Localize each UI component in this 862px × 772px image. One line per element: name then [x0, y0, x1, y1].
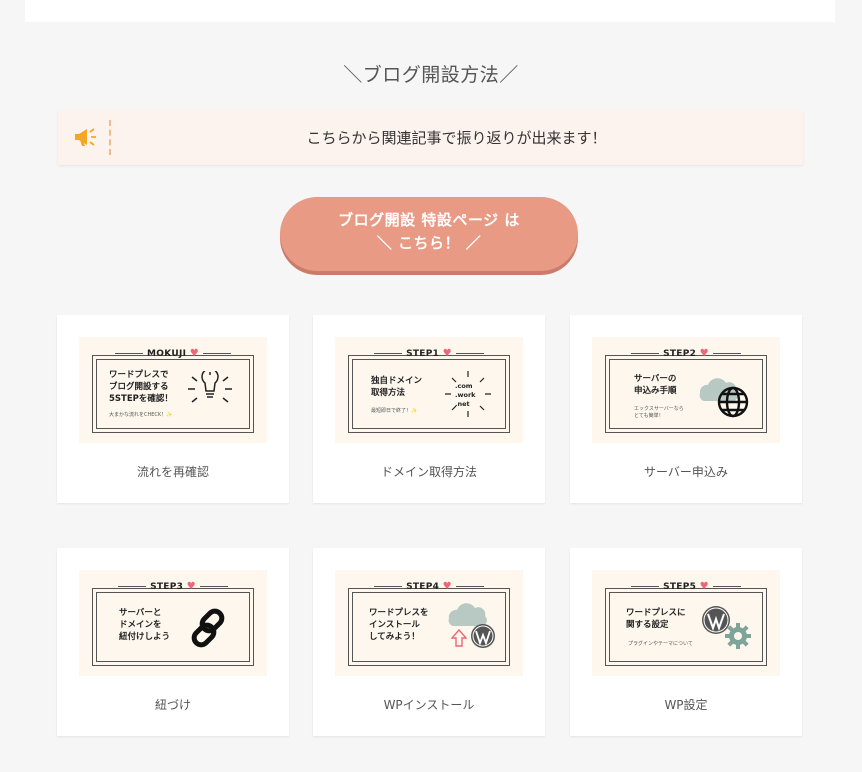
- heart-icon: ♥: [186, 581, 196, 592]
- card-label: サーバー申込み: [644, 465, 728, 479]
- previous-content-block: [25, 0, 835, 22]
- domain-text: .com: [455, 382, 473, 390]
- globe-icon: [699, 378, 749, 418]
- card-label: ドメイン取得方法: [380, 465, 477, 479]
- thumbnail-title-line: サーバーと: [119, 608, 162, 618]
- thumbnail-title-line: ワードプレスを: [369, 608, 429, 618]
- thumbnail-subtext: 最短即日で終了！✨: [371, 408, 418, 414]
- link-icon: [191, 608, 225, 648]
- thumbnail-tag: STEP4: [406, 582, 440, 592]
- heart-icon: ♥: [442, 581, 452, 592]
- thumbnail-title-line: ブログ開設する: [109, 382, 169, 392]
- heart-icon: ♥: [442, 348, 452, 359]
- thumbnail-title-line: 申込み手順: [634, 386, 677, 396]
- card-thumbnail: STEP3 ♥ サーバーと ドメインを 紐付けしよう: [79, 570, 267, 676]
- wordpress-gear-icon: [702, 606, 751, 649]
- card-mokuji[interactable]: MOKUJI ♥ ワードプレスで ブログ開設する 5STEPを確認！ 大まかな流…: [57, 315, 289, 503]
- card-label: 流れを再確認: [136, 465, 209, 479]
- special-page-button[interactable]: ブログ開設 特設ページ は ＼ こちら！ ／: [280, 197, 578, 271]
- thumbnail-title-line: サーバーの: [634, 374, 677, 384]
- thumbnail-title-line: ワードプレスで: [109, 370, 169, 380]
- special-page-button-line1: ブログ開設 特設ページ は: [338, 211, 520, 229]
- card-thumbnail: STEP5 ♥ ワードプレスに 関する設定 プラグインやテーマについて: [592, 570, 780, 676]
- thumbnail-title-line: 取得方法: [371, 388, 406, 398]
- section-heading: ＼ブログ開設方法／: [343, 64, 519, 86]
- heart-icon: ♥: [189, 348, 199, 359]
- thumbnail-tag: STEP3: [150, 582, 184, 592]
- notice-box: こちらから関連記事で振り返りが出来ます！: [58, 110, 803, 165]
- card-thumbnail: STEP4 ♥ ワードプレスを インストール してみよう！: [335, 570, 523, 676]
- thumbnail-title-line: 5STEPを確認！: [109, 394, 173, 404]
- thumbnail-title-line: 紐付けしよう: [119, 632, 171, 642]
- thumbnail-title-line: 関する設定: [626, 620, 669, 630]
- thumbnail-title-line: ドメインを: [119, 620, 162, 630]
- thumbnail-tag: STEP1: [406, 349, 440, 359]
- heart-icon: ♥: [699, 581, 709, 592]
- card-label: WPインストール: [383, 698, 475, 712]
- card-label: 紐づけ: [154, 698, 191, 712]
- thumbnail-title-line: してみよう！: [369, 632, 420, 642]
- domain-text: .net: [455, 400, 470, 408]
- megaphone-icon: [75, 128, 96, 146]
- lightbulb-icon: [188, 371, 232, 403]
- card-thumbnail: STEP1 ♥ 独自ドメイン 取得方法 最短即日で終了！✨ .com .work…: [335, 337, 523, 443]
- special-page-button-line2: ＼ こちら！ ／: [376, 234, 482, 252]
- card-step1[interactable]: STEP1 ♥ 独自ドメイン 取得方法 最短即日で終了！✨ .com .work…: [313, 315, 545, 503]
- notice-text: こちらから関連記事で振り返りが出来ます！: [306, 129, 607, 147]
- thumbnail-tag: STEP5: [663, 582, 697, 592]
- card-step2[interactable]: STEP2 ♥ サーバーの 申込み手順 エックスサーバーなら とても簡単！ サー…: [570, 315, 802, 503]
- card-thumbnail: STEP2 ♥ サーバーの 申込み手順 エックスサーバーなら とても簡単！: [592, 337, 780, 443]
- card-step3[interactable]: STEP3 ♥ サーバーと ドメインを 紐付けしよう 紐づけ: [57, 548, 289, 736]
- thumbnail-subtext: プラグインやテーマについて: [628, 641, 693, 647]
- thumbnail-subtext: 大まかな流れをCHECK！✨: [109, 412, 173, 418]
- thumbnail-subtext: エックスサーバーなら とても簡単！: [634, 406, 684, 419]
- card-step5[interactable]: STEP5 ♥ ワードプレスに 関する設定 プラグインやテーマについて WP設定: [570, 548, 802, 736]
- card-thumbnail: MOKUJI ♥ ワードプレスで ブログ開設する 5STEPを確認！ 大まかな流…: [79, 337, 267, 443]
- heart-icon: ♥: [699, 348, 709, 359]
- thumbnail-title-line: ワードプレスに: [626, 608, 686, 618]
- wordpress-icon: [448, 603, 495, 648]
- card-step4[interactable]: STEP4 ♥ ワードプレスを インストール してみよう！ WPインストール: [313, 548, 545, 736]
- thumbnail-title-line: インストール: [369, 620, 420, 630]
- domain-text: .work: [455, 391, 476, 399]
- card-label: WP設定: [664, 698, 708, 712]
- thumbnail-tag: STEP2: [663, 349, 697, 359]
- thumbnail-title-line: 独自ドメイン: [371, 376, 423, 386]
- thumbnail-tag: MOKUJI: [147, 349, 187, 359]
